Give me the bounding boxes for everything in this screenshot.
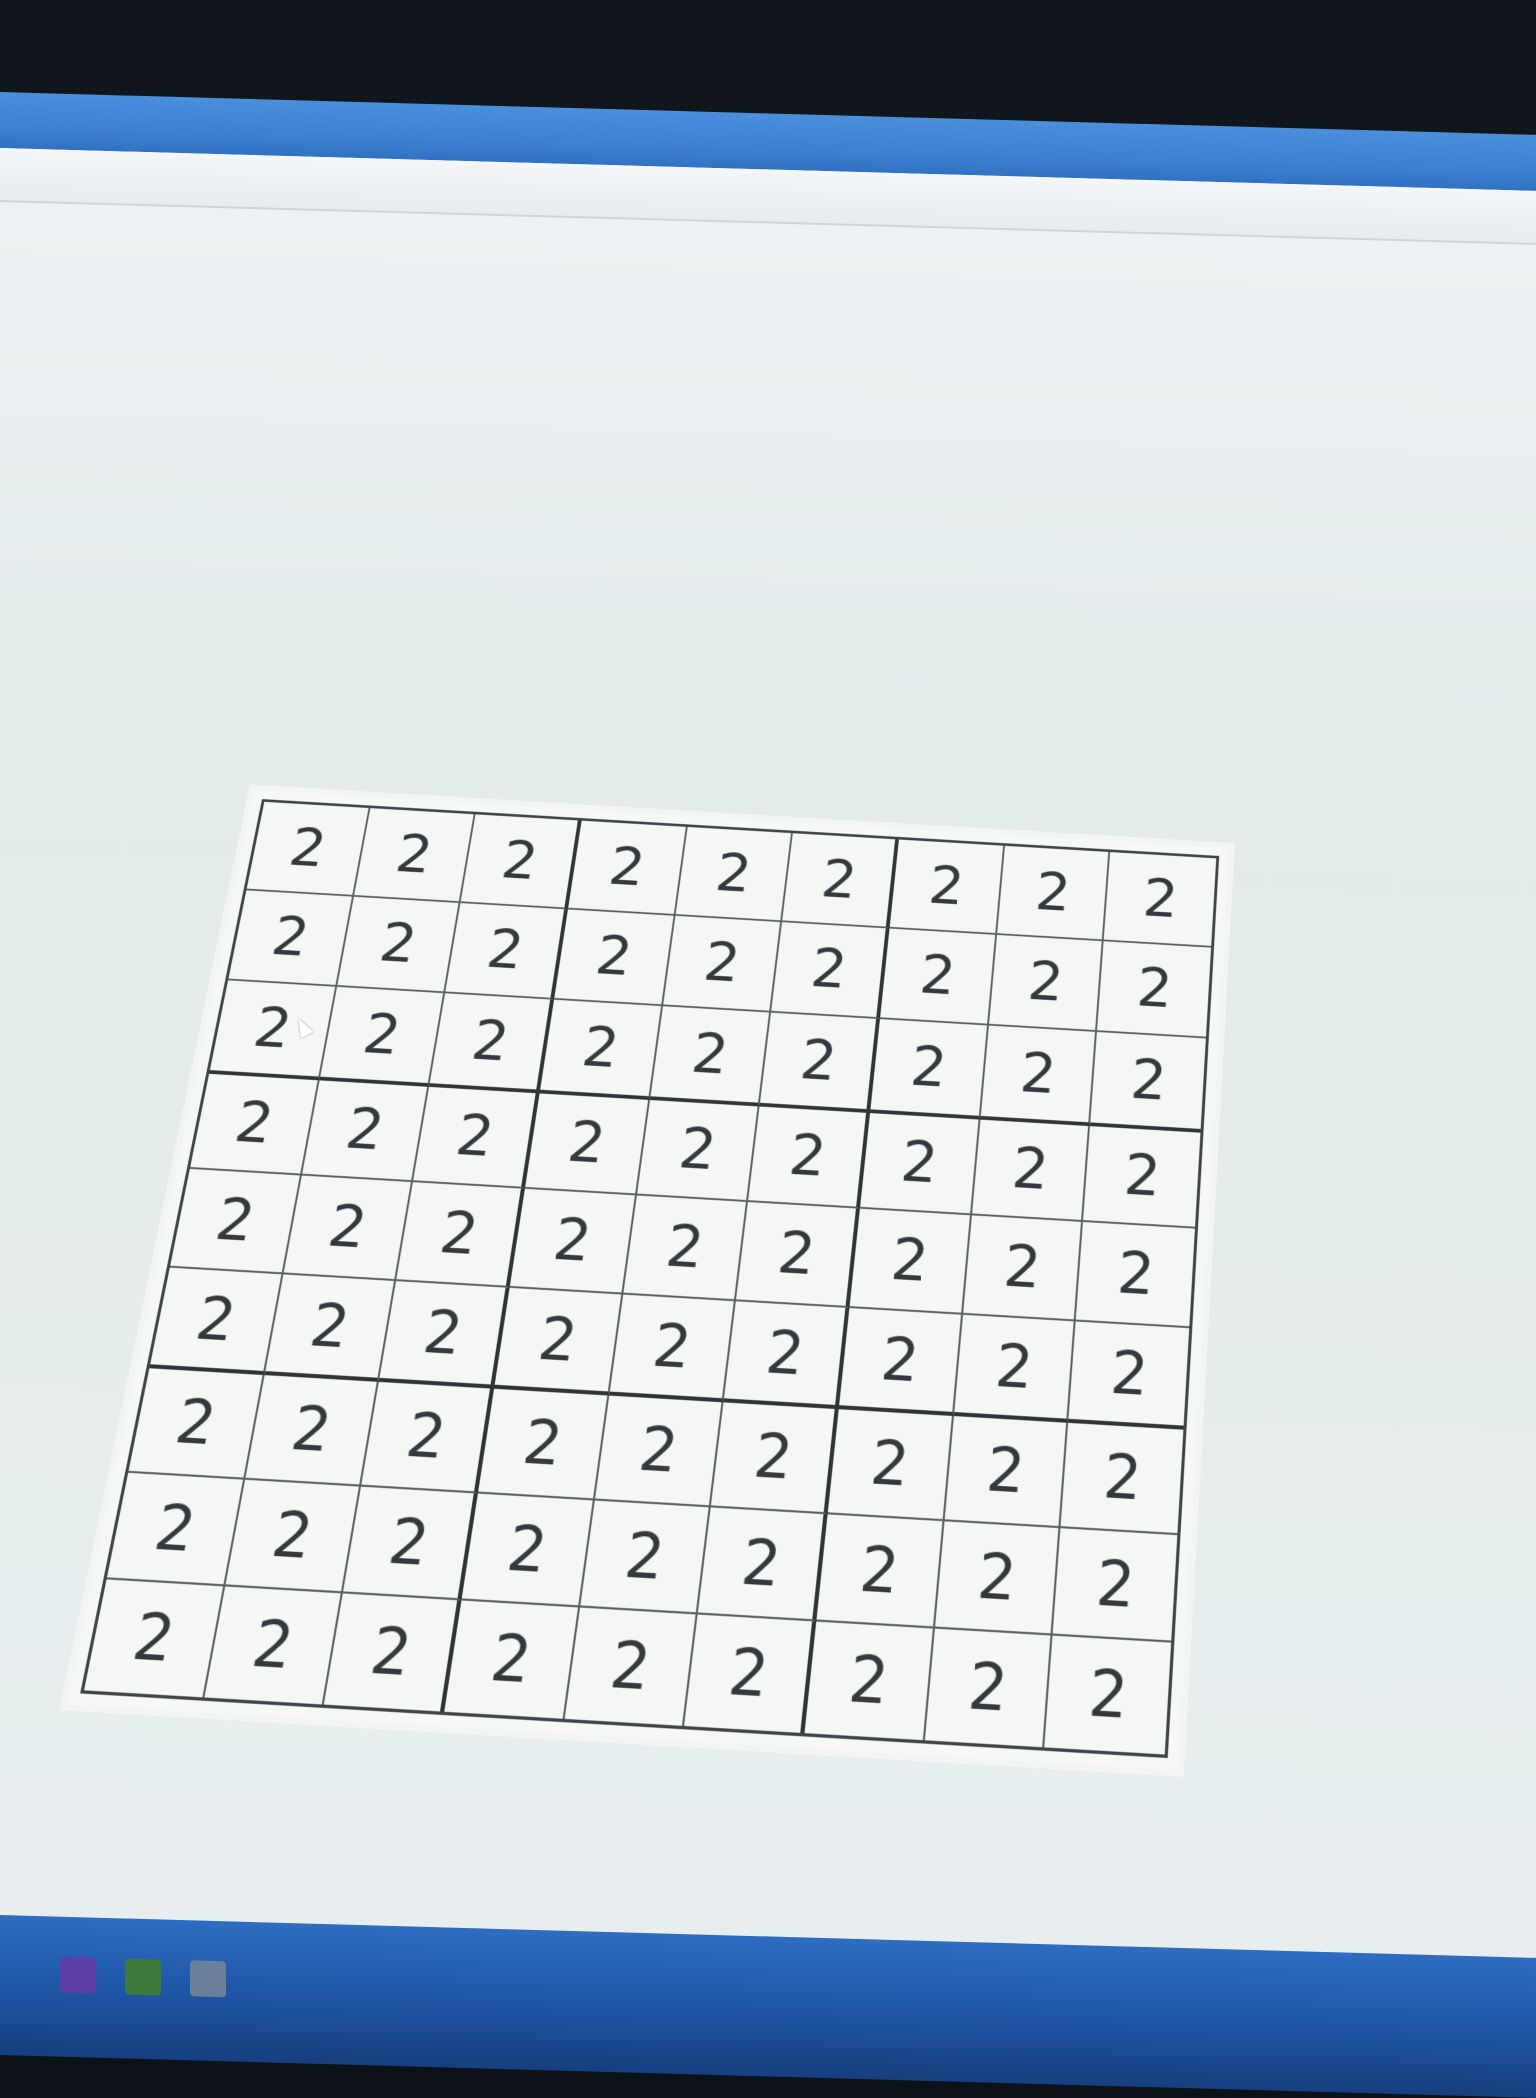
taskbar-app-icon[interactable]: [125, 1958, 161, 1996]
sudoku-cell[interactable]: 2: [539, 999, 663, 1100]
sudoku-cell[interactable]: 2: [445, 902, 568, 1000]
sudoku-cell[interactable]: 2: [736, 1202, 860, 1308]
sudoku-cell[interactable]: 2: [524, 1093, 650, 1196]
sudoku-cell[interactable]: 2: [771, 921, 890, 1020]
sudoku-grid: 2222222222222222222222222222222222222222…: [80, 799, 1220, 1759]
sudoku-cell[interactable]: 2: [649, 1006, 772, 1107]
sudoku-cell[interactable]: 2: [228, 889, 354, 987]
sudoku-cell[interactable]: 2: [396, 1182, 525, 1288]
sudoku-cell[interactable]: 2: [636, 1099, 760, 1203]
sudoku-cell[interactable]: 2: [204, 1586, 344, 1705]
sudoku-cell[interactable]: 2: [662, 915, 783, 1013]
sudoku-cell[interactable]: 2: [169, 1169, 302, 1275]
sudoku-cell[interactable]: 2: [675, 826, 794, 922]
sudoku-cell[interactable]: 2: [879, 928, 997, 1026]
sudoku-cell[interactable]: 2: [1068, 1321, 1190, 1431]
sudoku-cell[interactable]: 2: [684, 1615, 817, 1734]
sudoku-cell[interactable]: 2: [748, 1106, 871, 1209]
sudoku-cell[interactable]: 2: [301, 1080, 430, 1183]
sudoku-cell[interactable]: 2: [804, 1622, 935, 1741]
sudoku-cell[interactable]: 2: [564, 1608, 698, 1726]
sudoku-cell[interactable]: 2: [264, 1274, 397, 1383]
sudoku-cell[interactable]: 2: [1044, 1636, 1172, 1755]
sudoku-cell[interactable]: 2: [283, 1175, 414, 1281]
sudoku-cell[interactable]: 2: [324, 1593, 462, 1712]
sudoku-cell[interactable]: 2: [1052, 1528, 1178, 1644]
sudoku-cell[interactable]: 2: [361, 1382, 494, 1494]
sudoku-cell[interactable]: 2: [1083, 1125, 1201, 1229]
sudoku-cell[interactable]: 2: [429, 993, 554, 1094]
sudoku-cell[interactable]: 2: [336, 896, 461, 994]
sudoku-cell[interactable]: 2: [594, 1395, 724, 1508]
sudoku-cell[interactable]: 2: [782, 833, 899, 929]
sudoku-cell[interactable]: 2: [244, 1375, 380, 1487]
sudoku-cell[interactable]: 2: [870, 1019, 989, 1120]
sudoku-cell[interactable]: 2: [962, 1215, 1084, 1322]
sudoku-cell[interactable]: 2: [106, 1472, 245, 1587]
taskbar-app-icon[interactable]: [60, 1956, 96, 1994]
sudoku-cell[interactable]: 2: [128, 1368, 265, 1480]
sudoku-cell[interactable]: 2: [246, 801, 371, 897]
monitor-screen: 2222222222222222222222222222222222222222…: [0, 0, 1536, 2098]
sudoku-cell[interactable]: 2: [343, 1486, 478, 1601]
sudoku-cell[interactable]: 2: [224, 1479, 362, 1594]
sudoku-cell[interactable]: 2: [553, 909, 676, 1007]
sudoku-cell[interactable]: 2: [209, 980, 337, 1081]
sudoku-cell[interactable]: 2: [413, 1086, 540, 1190]
sudoku-cell[interactable]: 2: [838, 1307, 963, 1417]
sudoku-cell[interactable]: 2: [444, 1600, 580, 1719]
sudoku-cell[interactable]: 2: [608, 1294, 737, 1403]
sudoku-cell[interactable]: 2: [827, 1409, 954, 1522]
sudoku-cell[interactable]: 2: [849, 1208, 972, 1315]
sudoku-cell[interactable]: 2: [1097, 940, 1212, 1039]
sudoku-cell[interactable]: 2: [1060, 1423, 1184, 1536]
sudoku-cell[interactable]: 2: [84, 1579, 225, 1698]
sudoku-cell[interactable]: 2: [379, 1280, 510, 1390]
sudoku-cell[interactable]: 2: [1103, 852, 1217, 948]
sudoku-cell[interactable]: 2: [759, 1012, 880, 1113]
sudoku-cell[interactable]: 2: [319, 986, 446, 1087]
sudoku-cell[interactable]: 2: [711, 1402, 839, 1515]
sudoku-board: 2222222222222222222222222222222222222222…: [67, 789, 1230, 1770]
sudoku-cell[interactable]: 2: [579, 1500, 712, 1616]
sudoku-cell[interactable]: 2: [697, 1507, 828, 1623]
sudoku-cell[interactable]: 2: [477, 1389, 609, 1501]
sudoku-cell[interactable]: 2: [859, 1112, 981, 1216]
taskbar-app-icon[interactable]: [190, 1960, 226, 1998]
sudoku-cell[interactable]: 2: [493, 1287, 623, 1396]
sudoku-cell[interactable]: 2: [980, 1025, 1098, 1126]
sudoku-cell[interactable]: 2: [149, 1267, 284, 1376]
sudoku-cell[interactable]: 2: [1075, 1222, 1195, 1328]
sudoku-cell[interactable]: 2: [189, 1073, 320, 1176]
sudoku-cell[interactable]: 2: [944, 1416, 1069, 1529]
sudoku-cell[interactable]: 2: [996, 845, 1111, 941]
sudoku-cell[interactable]: 2: [567, 820, 688, 916]
sudoku-cell[interactable]: 2: [934, 1521, 1061, 1637]
sudoku-cell[interactable]: 2: [924, 1629, 1053, 1748]
sudoku-cell[interactable]: 2: [353, 808, 476, 903]
sudoku-cell[interactable]: 2: [971, 1119, 1091, 1223]
sudoku-cell[interactable]: 2: [723, 1301, 850, 1410]
sudoku-cell[interactable]: 2: [953, 1314, 1076, 1424]
sudoku-cell[interactable]: 2: [1090, 1032, 1206, 1133]
sudoku-cell[interactable]: 2: [622, 1195, 749, 1302]
sudoku-cell[interactable]: 2: [889, 839, 1005, 935]
sudoku-cell[interactable]: 2: [460, 814, 582, 910]
sudoku-cell[interactable]: 2: [988, 934, 1104, 1033]
sudoku-cell[interactable]: 2: [509, 1189, 637, 1295]
sudoku-cell[interactable]: 2: [816, 1514, 945, 1630]
sudoku-cell[interactable]: 2: [461, 1493, 595, 1609]
